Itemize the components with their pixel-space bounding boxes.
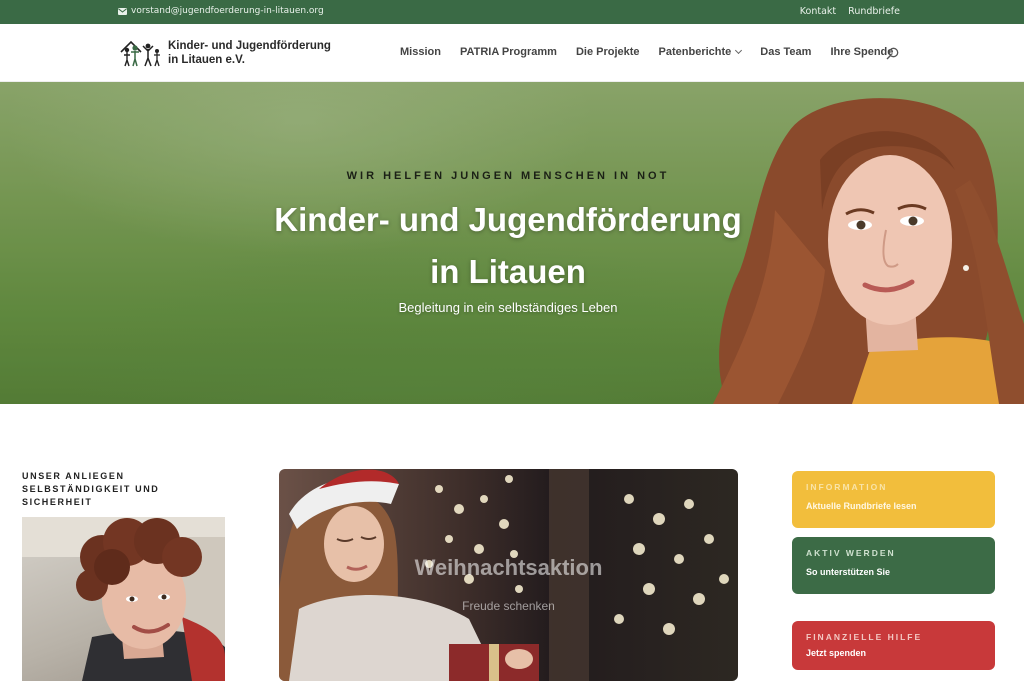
cta-card-finanzielle-hilfe[interactable]: FINANZIELLE HILFE Jetzt spenden bbox=[792, 621, 995, 670]
boy-portrait-image bbox=[22, 517, 225, 681]
promo-title: Weihnachtsaktion bbox=[414, 555, 603, 580]
cta-aktiv-kicker: AKTIV WERDEN bbox=[806, 548, 896, 558]
anliegen-heading: UNSER ANLIEGEN SELBSTÄNDIGKEIT UND SICHE… bbox=[22, 470, 192, 509]
nav-item-patenberichte[interactable]: Patenberichte bbox=[658, 46, 743, 58]
logo-figures-icon bbox=[120, 40, 160, 67]
topbar-link-kontakt[interactable]: Kontakt bbox=[800, 6, 836, 17]
hero-kicker: WIR HELFEN JUNGEN MENSCHEN IN NOT bbox=[346, 170, 670, 182]
hero-title-line-2: in Litauen bbox=[430, 253, 586, 290]
hero-title-line-1: Kinder- und Jugendförderung bbox=[274, 201, 742, 238]
top-bar: vorstand@jugendfoerderung-in-litauen.org… bbox=[0, 0, 1024, 24]
nav-item-patenberichte-label: Patenberichte bbox=[658, 46, 732, 58]
email-text[interactable]: vorstand@jugendfoerderung-in-litauen.org bbox=[131, 6, 324, 16]
cta-hilfe-kicker: FINANZIELLE HILFE bbox=[806, 632, 923, 642]
nav-item-spende[interactable]: Ihre Spende bbox=[830, 46, 893, 58]
anliegen-photo bbox=[22, 517, 225, 681]
hero-subtitle: Begleitung in ein selbständiges Leben bbox=[398, 300, 618, 315]
cta-information-link[interactable]: Aktuelle Rundbriefe lesen bbox=[806, 501, 981, 511]
site-logo[interactable]: Kinder- und Jugendförderung in Litauen e… bbox=[118, 38, 331, 68]
cta-hilfe-link[interactable]: Jetzt spenden bbox=[806, 648, 981, 658]
logo-line-2: in Litauen e.V. bbox=[168, 54, 245, 66]
promo-card-weihnachtsaktion[interactable]: Weihnachtsaktion Freude schenken bbox=[279, 469, 738, 681]
nav-item-projekte[interactable]: Die Projekte bbox=[576, 46, 640, 58]
logo-line-1: Kinder- und Jugendförderung bbox=[168, 40, 331, 52]
mail-icon bbox=[118, 7, 127, 15]
anliegen-line-2: SELBSTÄNDIGKEIT UND bbox=[22, 484, 160, 494]
cta-card-aktiv-werden[interactable]: AKTIV WERDEN So unterstützen Sie bbox=[792, 537, 995, 594]
cta-card-information[interactable]: INFORMATION Aktuelle Rundbriefe lesen bbox=[792, 471, 995, 528]
site-header: Kinder- und Jugendförderung in Litauen e… bbox=[0, 24, 1024, 82]
anliegen-line-1: UNSER ANLIEGEN bbox=[22, 471, 125, 481]
nav-item-mission[interactable]: Mission bbox=[400, 46, 441, 58]
contact-email[interactable]: vorstand@jugendfoerderung-in-litauen.org bbox=[118, 6, 324, 16]
nav-item-team[interactable]: Das Team bbox=[760, 46, 811, 58]
search-icon[interactable] bbox=[886, 47, 899, 60]
anliegen-line-3: SICHERHEIT bbox=[22, 497, 93, 507]
nav-item-patria[interactable]: PATRIA Programm bbox=[460, 46, 557, 58]
cta-aktiv-link[interactable]: So unterstützen Sie bbox=[806, 567, 981, 577]
hero-title: Kinder- und Jugendförderung in Litauen bbox=[208, 194, 808, 298]
cta-information-kicker: INFORMATION bbox=[806, 482, 888, 492]
topbar-link-rundbriefe[interactable]: Rundbriefe bbox=[848, 6, 900, 17]
main-nav: Mission PATRIA Programm Die Projekte Pat… bbox=[400, 46, 893, 58]
chevron-down-icon bbox=[735, 46, 743, 55]
promo-subtitle: Freude schenken bbox=[462, 599, 555, 613]
hero-section: WIR HELFEN JUNGEN MENSCHEN IN NOT Kinder… bbox=[0, 82, 1024, 404]
